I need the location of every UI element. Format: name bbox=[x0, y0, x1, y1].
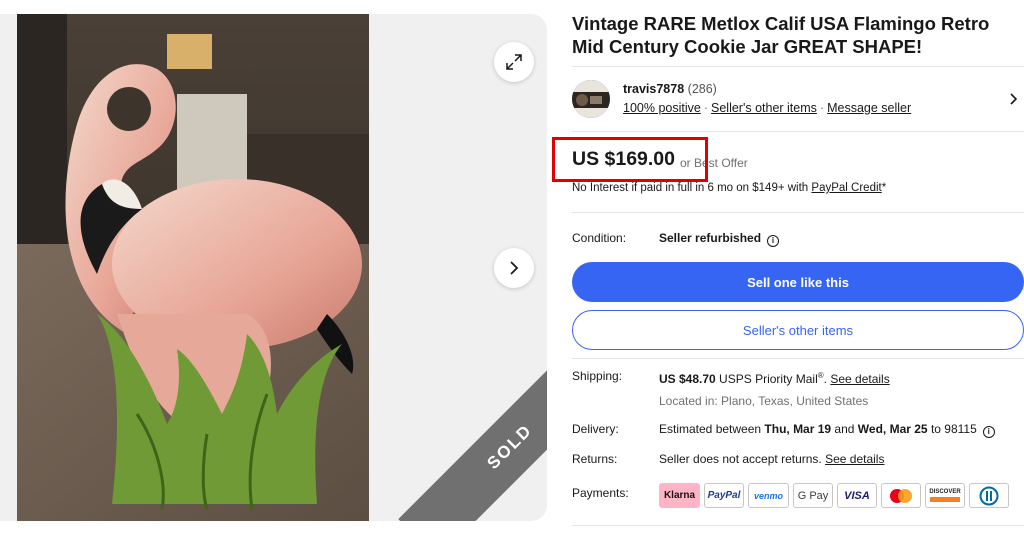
seller-feedback-count: (286) bbox=[687, 82, 717, 96]
seller-avatar[interactable] bbox=[572, 80, 610, 118]
paypal-credit-link[interactable]: PayPal Credit bbox=[811, 182, 881, 194]
delivery-estimate: Estimated between Thu, Mar 19 and Wed, M… bbox=[659, 422, 995, 438]
info-icon[interactable]: i bbox=[767, 235, 780, 247]
divider bbox=[572, 66, 1024, 67]
price-highlight-box bbox=[552, 137, 708, 182]
delivery-label: Delivery: bbox=[572, 422, 619, 436]
shipping-value: US $48.70 USPS Priority Mail®. See detai… bbox=[659, 371, 890, 386]
diners-club-icon bbox=[969, 483, 1009, 508]
condition-label: Condition: bbox=[572, 231, 627, 245]
info-icon[interactable]: i bbox=[982, 426, 995, 438]
item-location: Located in: Plano, Texas, United States bbox=[659, 394, 869, 408]
shipping-details-link[interactable]: See details bbox=[830, 372, 889, 386]
seller-other-items-link[interactable]: Seller's other items bbox=[711, 101, 817, 115]
chevron-right-icon bbox=[510, 261, 519, 275]
financing-offer: No Interest if paid in full in 6 mo on $… bbox=[572, 182, 887, 194]
divider bbox=[572, 131, 1024, 132]
product-photo[interactable] bbox=[17, 14, 369, 521]
item-title: Vintage RARE Metlox Calif USA Flamingo R… bbox=[572, 13, 990, 57]
discover-icon: DISCOVER bbox=[925, 483, 965, 508]
next-image-button[interactable] bbox=[494, 248, 534, 288]
mastercard-icon bbox=[881, 483, 921, 508]
divider bbox=[572, 525, 1024, 526]
returns-label: Returns: bbox=[572, 452, 618, 466]
returns-policy: Seller does not accept returns. See deta… bbox=[659, 452, 885, 466]
payments-label: Payments: bbox=[572, 486, 629, 500]
divider bbox=[572, 358, 1024, 359]
shipping-cost: US $48.70 bbox=[659, 372, 716, 386]
seller-name-line: travis7878 (286) bbox=[623, 82, 717, 96]
expand-button[interactable] bbox=[494, 42, 534, 82]
expand-icon bbox=[506, 54, 522, 70]
payment-methods: Klarna PayPal venmo G Pay VISA DISCOVER bbox=[659, 483, 1009, 508]
chevron-right-icon[interactable] bbox=[1006, 92, 1020, 106]
seller-username[interactable]: travis7878 bbox=[623, 82, 684, 96]
sellers-other-items-button[interactable]: Seller's other items bbox=[572, 310, 1024, 350]
sold-label: SOLD bbox=[483, 420, 536, 473]
klarna-icon: Klarna bbox=[659, 483, 700, 508]
seller-links: 100% positive · Seller's other items · Messa… bbox=[623, 101, 912, 115]
message-seller-link[interactable]: Message seller bbox=[827, 101, 911, 115]
condition-value: Seller refurbished i bbox=[659, 231, 780, 247]
image-gallery: SOLD bbox=[0, 14, 547, 521]
paypal-icon: PayPal bbox=[704, 483, 744, 508]
seller-positive-link[interactable]: 100% positive bbox=[623, 101, 701, 115]
sell-one-like-this-button[interactable]: Sell one like this bbox=[572, 262, 1024, 302]
divider bbox=[572, 212, 1024, 213]
shipping-label: Shipping: bbox=[572, 369, 623, 383]
seller-card[interactable]: travis7878 (286) 100% positive · Seller's … bbox=[572, 80, 1024, 120]
returns-details-link[interactable]: See details bbox=[825, 452, 884, 466]
google-pay-icon: G Pay bbox=[793, 483, 833, 508]
visa-icon: VISA bbox=[837, 483, 877, 508]
item-info-panel: Vintage RARE Metlox Calif USA Flamingo R… bbox=[552, 0, 1024, 541]
sold-ribbon: SOLD bbox=[370, 344, 547, 521]
flamingo-cookie-jar-image bbox=[17, 14, 369, 521]
venmo-icon: venmo bbox=[748, 483, 789, 508]
